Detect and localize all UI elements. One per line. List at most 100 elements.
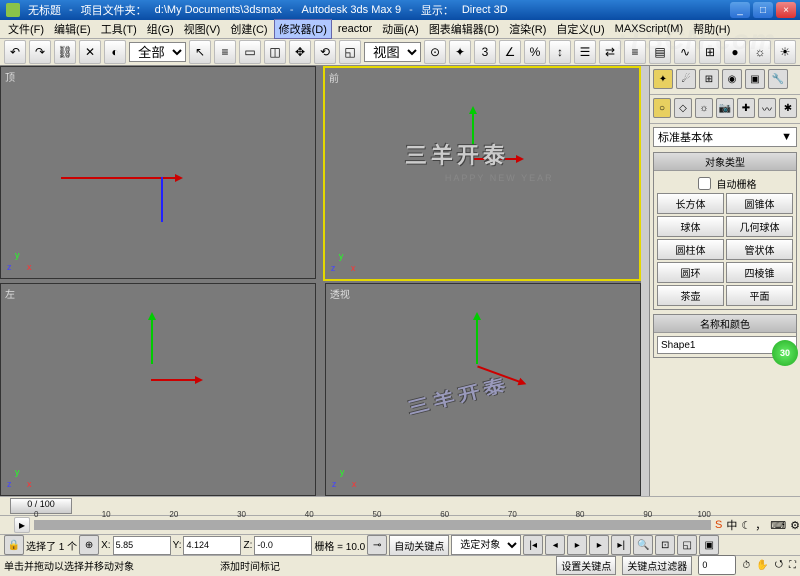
autogrid-checkbox[interactable]: [698, 177, 711, 190]
window-crossing-button[interactable]: ◫: [264, 40, 286, 64]
key-mode-button[interactable]: ⊸: [367, 535, 387, 555]
menu-file[interactable]: 文件(F): [4, 20, 48, 38]
box-button[interactable]: 长方体: [657, 193, 724, 214]
mirror-button[interactable]: ⇄: [599, 40, 621, 64]
menu-anim[interactable]: 动画(A): [378, 20, 423, 38]
select-button[interactable]: ↖: [189, 40, 211, 64]
modify-tab[interactable]: ☄: [676, 69, 696, 89]
teapot-button[interactable]: 茶壶: [657, 285, 724, 306]
field-view-button[interactable]: ▣: [699, 535, 719, 555]
select-name-button[interactable]: ≡: [214, 40, 236, 64]
schematic-button[interactable]: ⊞: [699, 40, 721, 64]
prev-frame-button[interactable]: ◂: [545, 535, 565, 555]
motion-tab[interactable]: ◉: [722, 69, 742, 89]
menu-create[interactable]: 创建(C): [226, 20, 271, 38]
pivot-button[interactable]: ⊙: [424, 40, 446, 64]
keymode-select[interactable]: 选定对象: [451, 535, 521, 555]
menu-help[interactable]: 帮助(H): [689, 20, 734, 38]
close-button[interactable]: ×: [776, 2, 796, 18]
systems-subtab[interactable]: ✱: [779, 98, 797, 118]
setkey-button[interactable]: 设置关键点: [556, 556, 616, 575]
time-handle[interactable]: 0 / 100: [10, 498, 72, 514]
material-button[interactable]: ●: [724, 40, 746, 64]
geometry-subtab[interactable]: ○: [653, 98, 671, 118]
shapes-subtab[interactable]: ◇: [674, 98, 692, 118]
arc-rotate-button[interactable]: ⭯: [775, 557, 783, 574]
pyramid-button[interactable]: 四棱锥: [726, 262, 793, 283]
viewport-front[interactable]: 前 三羊开泰 HAPPY NEW YEAR yxz: [323, 66, 641, 281]
angle-snap-button[interactable]: ∠: [499, 40, 521, 64]
play-button[interactable]: ▸: [567, 535, 587, 555]
viewport-top[interactable]: 顶 yxz: [0, 66, 316, 279]
z-input[interactable]: [254, 536, 312, 555]
goto-start-button[interactable]: |◂: [523, 535, 543, 555]
move-button[interactable]: ✥: [289, 40, 311, 64]
lock-button[interactable]: 🔒: [4, 535, 24, 555]
menu-graph[interactable]: 图表编辑器(D): [425, 20, 503, 38]
ime-gear-icon[interactable]: ⚙: [790, 519, 800, 532]
redo-button[interactable]: ↷: [29, 40, 51, 64]
cylinder-button[interactable]: 圆柱体: [657, 239, 724, 260]
timeline-toggle[interactable]: ▸: [14, 517, 30, 533]
render-scene-button[interactable]: ☼: [749, 40, 771, 64]
plane-button[interactable]: 平面: [726, 285, 793, 306]
ime-s-icon[interactable]: S: [715, 519, 722, 531]
scale-button[interactable]: ◱: [339, 40, 361, 64]
refcoord-select[interactable]: 视图: [364, 42, 421, 62]
time-config-button[interactable]: ⏱: [742, 560, 750, 571]
hierarchy-tab[interactable]: ⊞: [699, 69, 719, 89]
manipulate-button[interactable]: ✦: [449, 40, 471, 64]
y-input[interactable]: [183, 536, 241, 555]
menu-custom[interactable]: 自定义(U): [552, 20, 608, 38]
viewport-perspective[interactable]: 透视 三羊开泰 yxz: [325, 283, 641, 496]
zoom-all-button[interactable]: ⊡: [655, 535, 675, 555]
ime-punct-icon[interactable]: ，: [755, 517, 766, 533]
frame-input[interactable]: [698, 555, 736, 575]
select-region-button[interactable]: ▭: [239, 40, 261, 64]
x-input[interactable]: [113, 536, 171, 555]
absolute-toggle[interactable]: ⊕: [79, 535, 99, 555]
timeline-track[interactable]: 0 10 20 30 40 50 60 70 80 90 100: [34, 520, 711, 530]
create-tab[interactable]: ✦: [653, 69, 673, 89]
menu-maxscript[interactable]: MAXScript(M): [611, 22, 687, 36]
spinner-snap-button[interactable]: ↕: [549, 40, 571, 64]
curve-editor-button[interactable]: ∿: [674, 40, 696, 64]
zoom-ext-button[interactable]: ◱: [677, 535, 697, 555]
menu-render[interactable]: 渲染(R): [505, 20, 550, 38]
viewport-scrollbar[interactable]: [641, 66, 649, 496]
zoom-button[interactable]: 🔍: [633, 535, 653, 555]
goto-end-button[interactable]: ▸|: [611, 535, 631, 555]
display-tab[interactable]: ▣: [745, 69, 765, 89]
selection-filter[interactable]: 全部: [129, 42, 186, 62]
cone-button[interactable]: 圆锥体: [726, 193, 793, 214]
primitive-type-select[interactable]: 标准基本体▼: [653, 127, 797, 147]
tube-button[interactable]: 管状体: [726, 239, 793, 260]
utilities-tab[interactable]: 🔧: [768, 69, 788, 89]
bind-button[interactable]: ◐: [104, 40, 126, 64]
quick-render-button[interactable]: ☀: [774, 40, 796, 64]
named-sel-button[interactable]: ☰: [574, 40, 596, 64]
ime-keyboard-icon[interactable]: ⌨: [770, 519, 786, 532]
snap-button[interactable]: 3: [474, 40, 496, 64]
menu-reactor[interactable]: reactor: [334, 22, 376, 36]
geosphere-button[interactable]: 几何球体: [726, 216, 793, 237]
autokey-button[interactable]: 自动关键点: [389, 535, 449, 556]
maximize-button[interactable]: □: [753, 2, 773, 18]
torus-button[interactable]: 圆环: [657, 262, 724, 283]
time-slider[interactable]: 0 / 100: [0, 496, 800, 515]
percent-snap-button[interactable]: %: [524, 40, 546, 64]
menu-modifiers[interactable]: 修改器(D): [274, 19, 332, 39]
keyfilter-button[interactable]: 关键点过滤器: [622, 556, 692, 575]
menu-tools[interactable]: 工具(T): [97, 20, 141, 38]
pan-button[interactable]: ✋: [756, 560, 768, 571]
sphere-button[interactable]: 球体: [657, 216, 724, 237]
align-button[interactable]: ≡: [624, 40, 646, 64]
spacewarps-subtab[interactable]: 〰: [758, 98, 776, 118]
next-frame-button[interactable]: ▸: [589, 535, 609, 555]
lights-subtab[interactable]: ☼: [695, 98, 713, 118]
layers-button[interactable]: ▤: [649, 40, 671, 64]
viewport-left[interactable]: 左 yxz: [0, 283, 316, 496]
minimize-button[interactable]: _: [730, 2, 750, 18]
ime-zh-icon[interactable]: 中: [726, 517, 737, 533]
maximize-vp-button[interactable]: ⛶: [789, 560, 796, 571]
